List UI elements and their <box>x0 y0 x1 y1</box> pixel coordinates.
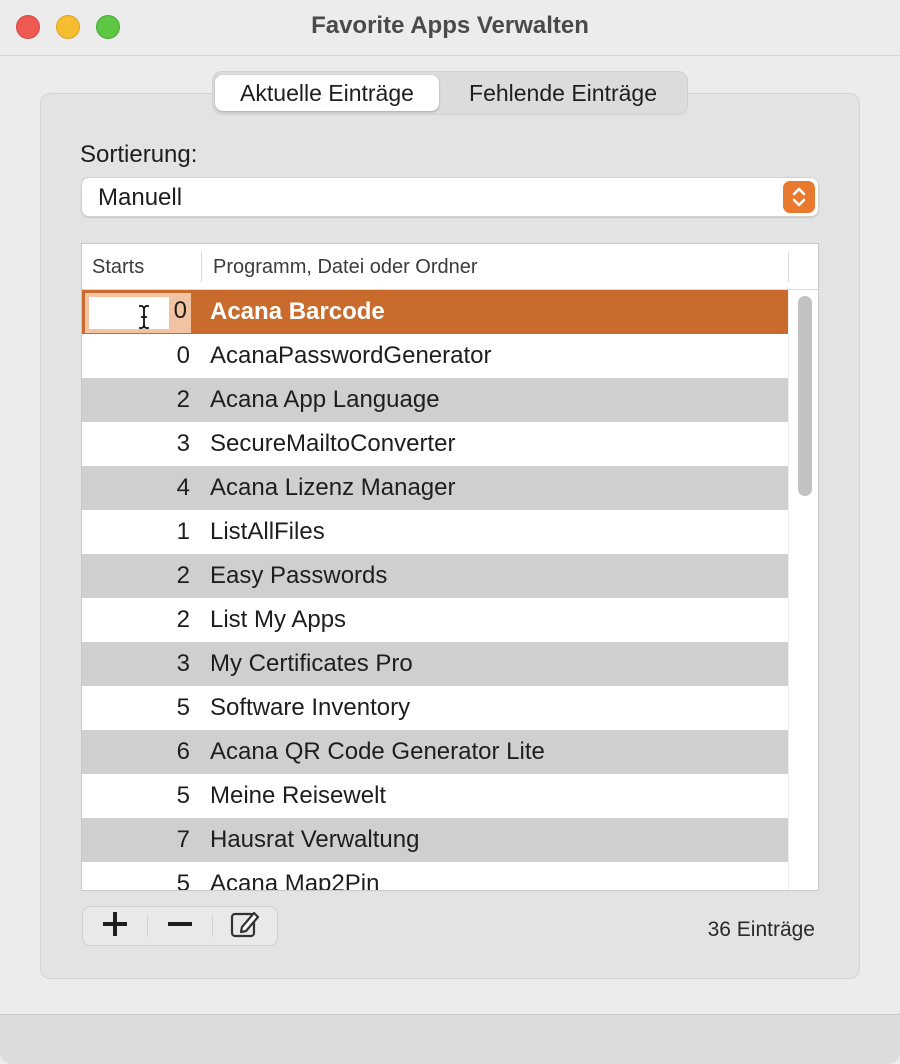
column-divider <box>201 252 202 282</box>
cell-program-name: Acana Map2Pin <box>210 870 380 891</box>
table-row[interactable]: 7 Hausrat Verwaltung <box>82 818 788 862</box>
table-header: Starts Programm, Datei oder Ordner <box>82 244 818 290</box>
column-header-starts[interactable]: Starts <box>92 256 144 279</box>
tab-bar: Aktuelle Einträge Fehlende Einträge <box>212 71 688 115</box>
cell-program-name: Acana QR Code Generator Lite <box>210 738 545 765</box>
cell-program-name: Acana App Language <box>210 386 440 413</box>
cell-starts: 7 <box>176 826 190 853</box>
table-rows: 0 Acana Barcode 0 AcanaPasswordGenerator 2 Ac… <box>82 290 788 891</box>
title-bar: Favorite Apps Verwalten <box>0 0 900 56</box>
cell-program-name: Acana Lizenz Manager <box>210 474 456 501</box>
table-row[interactable]: 4 Acana Lizenz Manager <box>82 466 788 510</box>
cell-starts: 5 <box>176 782 190 809</box>
table-row[interactable]: 2 Easy Passwords <box>82 554 788 598</box>
cell-starts: 0 <box>176 342 190 369</box>
table-row[interactable]: 0 AcanaPasswordGenerator <box>82 334 788 378</box>
cell-program-name: ListAllFiles <box>210 518 325 545</box>
cell-starts: 5 <box>176 870 190 891</box>
cell-program-name: SecureMailtoConverter <box>210 430 456 457</box>
sort-select-value: Manuell <box>98 184 183 211</box>
cell-program-name: Software Inventory <box>210 694 411 721</box>
edit-pencil-icon <box>228 907 262 946</box>
sort-select[interactable]: Manuell <box>81 177 819 217</box>
cell-starts: 3 <box>176 650 190 677</box>
minus-icon <box>165 909 195 944</box>
cell-starts: 1 <box>176 518 190 545</box>
cell-program-name: Meine Reisewelt <box>210 782 387 809</box>
cell-starts: 2 <box>176 386 190 413</box>
cell-program-name: AcanaPasswordGenerator <box>210 342 492 369</box>
window-title: Favorite Apps Verwalten <box>311 12 589 39</box>
cell-starts: 2 <box>176 606 190 633</box>
table-row[interactable]: 1 ListAllFiles <box>82 510 788 554</box>
table-row[interactable]: 0 Acana Barcode <box>82 290 788 334</box>
table-row[interactable]: 5 Meine Reisewelt <box>82 774 788 818</box>
starts-edit-field[interactable]: 0 <box>85 293 191 333</box>
tab-current-entries[interactable]: Aktuelle Einträge <box>215 75 439 111</box>
cell-program-name: List My Apps <box>210 606 347 633</box>
cell-program-name: Hausrat Verwaltung <box>210 826 420 853</box>
app-window: Favorite Apps Verwalten Aktuelle Einträg… <box>0 0 900 1064</box>
starts-edit-field-background <box>89 297 169 329</box>
favorites-table: Starts Programm, Datei oder Ordner 0 Acan… <box>81 243 819 891</box>
cell-starts: 5 <box>176 694 190 721</box>
plus-icon <box>100 909 130 944</box>
sort-label: Sortierung: <box>80 141 198 168</box>
edit-entry-button[interactable] <box>213 907 277 945</box>
table-action-buttons <box>82 906 278 946</box>
cell-starts: 3 <box>176 430 190 457</box>
remove-entry-button[interactable] <box>148 907 212 945</box>
table-row[interactable]: 5 Acana Map2Pin <box>82 862 788 891</box>
table-row[interactable]: 3 SecureMailtoConverter <box>82 422 788 466</box>
text-cursor-icon <box>139 305 149 329</box>
up-down-chevron-icon <box>783 181 815 213</box>
table-row[interactable]: 2 Acana App Language <box>82 378 788 422</box>
tab-missing-entries[interactable]: Fehlende Einträge <box>443 75 683 111</box>
table-row[interactable]: 6 Acana QR Code Generator Lite <box>82 730 788 774</box>
cell-program-name: My Certificates Pro <box>210 650 413 677</box>
cell-starts: 2 <box>176 562 190 589</box>
column-divider <box>788 252 789 282</box>
window-footer <box>0 1014 900 1064</box>
entry-count: 36 Einträge <box>707 918 815 941</box>
cell-program-name: Easy Passwords <box>210 562 388 589</box>
table-row[interactable]: 5 Software Inventory <box>82 686 788 730</box>
scrollbar-thumb[interactable] <box>798 296 812 496</box>
table-row[interactable]: 3 My Certificates Pro <box>82 642 788 686</box>
column-header-program[interactable]: Programm, Datei oder Ordner <box>213 256 478 279</box>
table-row[interactable]: 2 List My Apps <box>82 598 788 642</box>
cell-starts: 6 <box>176 738 190 765</box>
cell-program-name: Acana Barcode <box>210 298 385 325</box>
vertical-scrollbar[interactable] <box>788 290 818 890</box>
add-entry-button[interactable] <box>83 907 147 945</box>
cell-starts: 4 <box>176 474 190 501</box>
starts-edit-value: 0 <box>173 297 187 324</box>
